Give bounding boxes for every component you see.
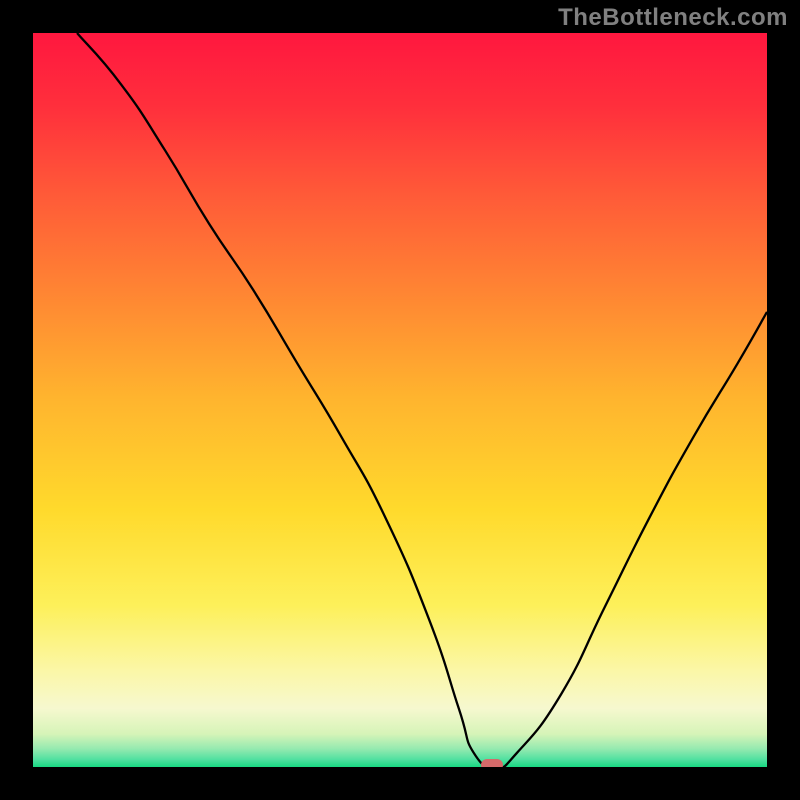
optimal-point-marker: [481, 759, 503, 767]
plot-area: [33, 33, 767, 767]
chart-frame: TheBottleneck.com: [0, 0, 800, 800]
bottleneck-curve: [33, 33, 767, 767]
watermark-label: TheBottleneck.com: [558, 4, 788, 32]
